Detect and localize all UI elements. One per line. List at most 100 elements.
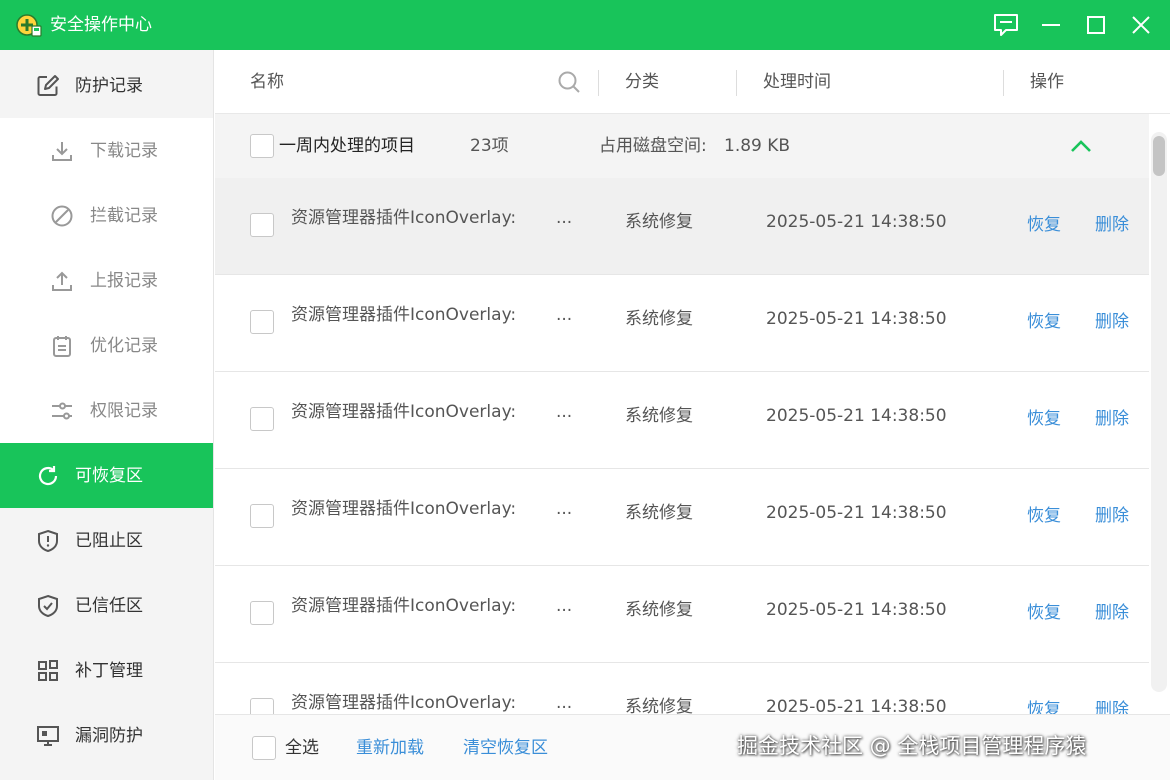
sidebar-item-patch-management[interactable]: 补丁管理	[0, 638, 213, 703]
row-time: 2025-05-21 14:38:50	[766, 503, 947, 523]
column-divider	[598, 70, 599, 96]
table-row[interactable]: 资源管理器插件IconOverlay: ... 系统修复 2025-05-21 …	[215, 663, 1149, 714]
row-name: 资源管理器插件IconOverlay:	[291, 596, 517, 616]
close-button[interactable]	[1125, 9, 1157, 41]
feedback-button[interactable]	[990, 9, 1022, 41]
sidebar-item-download-log[interactable]: 下载记录	[0, 118, 213, 183]
group-checkbox[interactable]	[250, 134, 274, 158]
watermark-text: 掘金技术社区 @ 全栈项目管理程序猿	[737, 734, 1087, 758]
search-icon[interactable]	[557, 70, 581, 94]
sidebar-item-label: 拦截记录	[90, 206, 158, 226]
reload-link[interactable]: 重新加载	[356, 737, 424, 759]
scrollbar-track[interactable]	[1151, 132, 1167, 692]
restore-link[interactable]: 恢复	[1027, 699, 1061, 714]
restore-link[interactable]: 恢复	[1027, 602, 1061, 624]
sidebar-item-protection-log[interactable]: 防护记录	[0, 53, 213, 118]
delete-link[interactable]: 删除	[1095, 214, 1129, 236]
restore-link[interactable]: 恢复	[1027, 214, 1061, 236]
group-size-value: 1.89 KB	[724, 136, 791, 156]
sidebar-item-block-log[interactable]: 拦截记录	[0, 183, 213, 248]
row-checkbox[interactable]	[250, 504, 274, 528]
row-category: 系统修复	[625, 600, 693, 620]
delete-link[interactable]: 删除	[1095, 505, 1129, 527]
delete-link[interactable]: 删除	[1095, 311, 1129, 333]
refresh-icon	[38, 466, 58, 486]
sidebar-item-label: 优化记录	[90, 336, 158, 356]
sidebar-item-trusted-zone[interactable]: 已信任区	[0, 573, 213, 638]
download-icon	[52, 142, 72, 161]
table-header: 名称 分类 处理时间 操作	[215, 50, 1170, 114]
select-all-checkbox[interactable]	[252, 736, 276, 760]
header-action: 操作	[1030, 72, 1064, 92]
sidebar-item-blocked-zone[interactable]: 已阻止区	[0, 508, 213, 573]
window-title: 安全操作中心	[50, 15, 152, 35]
restore-link[interactable]: 恢复	[1027, 505, 1061, 527]
row-checkbox[interactable]	[250, 698, 274, 714]
row-checkbox[interactable]	[250, 601, 274, 625]
row-name: 资源管理器插件IconOverlay:	[291, 208, 517, 228]
table-row[interactable]: 资源管理器插件IconOverlay: ... 系统修复 2025-05-21 …	[215, 178, 1149, 275]
sidebar-item-permission-log[interactable]: 权限记录	[0, 378, 213, 443]
maximize-button[interactable]	[1080, 9, 1112, 41]
app-logo-icon	[16, 14, 42, 37]
row-category: 系统修复	[625, 212, 693, 232]
close-icon	[1132, 16, 1150, 34]
row-category: 系统修复	[625, 406, 693, 426]
table-row[interactable]: 资源管理器插件IconOverlay: ... 系统修复 2025-05-21 …	[215, 469, 1149, 566]
restore-link[interactable]: 恢复	[1027, 408, 1061, 430]
row-category: 系统修复	[625, 503, 693, 523]
row-category: 系统修复	[625, 309, 693, 329]
restore-link[interactable]: 恢复	[1027, 311, 1061, 333]
table-row[interactable]: 资源管理器插件IconOverlay: ... 系统修复 2025-05-21 …	[215, 566, 1149, 663]
group-size-label: 占用磁盘空间:	[599, 136, 707, 156]
minimize-icon	[1042, 24, 1060, 26]
row-checkbox[interactable]	[250, 407, 274, 431]
group-count: 23项	[470, 136, 509, 156]
row-category: 系统修复	[625, 697, 693, 714]
sidebar-item-label: 下载记录	[90, 141, 158, 161]
row-time: 2025-05-21 14:38:50	[766, 309, 947, 329]
minimize-button[interactable]	[1035, 9, 1067, 41]
row-more: ...	[556, 693, 573, 713]
table-row[interactable]: 资源管理器插件IconOverlay: ... 系统修复 2025-05-21 …	[215, 275, 1149, 372]
sidebar-item-recovery-zone[interactable]: 可恢复区	[0, 443, 213, 508]
shield-alert-icon	[38, 529, 58, 553]
group-title: 一周内处理的项目	[279, 136, 415, 156]
edit-icon	[37, 75, 59, 96]
sidebar-item-report-log[interactable]: 上报记录	[0, 248, 213, 313]
sidebar-item-label: 上报记录	[90, 271, 158, 291]
sidebar-item-label: 补丁管理	[75, 661, 143, 681]
row-time: 2025-05-21 14:38:50	[766, 212, 947, 232]
clear-recovery-link[interactable]: 清空恢复区	[463, 737, 548, 759]
row-name: 资源管理器插件IconOverlay:	[291, 305, 517, 325]
sidebar-item-label: 已阻止区	[75, 531, 143, 551]
grid-icon	[38, 660, 58, 681]
column-divider	[736, 70, 737, 96]
row-time: 2025-05-21 14:38:50	[766, 697, 947, 714]
sidebar-item-vulnerability-protection[interactable]: 漏洞防护	[0, 703, 213, 768]
monitor-icon	[37, 726, 59, 746]
sidebar-item-label: 可恢复区	[75, 466, 143, 486]
title-bar: 安全操作中心	[0, 0, 1170, 50]
sidebar-item-optimize-log[interactable]: 优化记录	[0, 313, 213, 378]
feedback-icon	[994, 14, 1018, 36]
scrollbar-thumb[interactable]	[1153, 136, 1165, 176]
table-row[interactable]: 资源管理器插件IconOverlay: ... 系统修复 2025-05-21 …	[215, 372, 1149, 469]
record-list: 资源管理器插件IconOverlay: ... 系统修复 2025-05-21 …	[215, 178, 1149, 714]
row-name: 资源管理器插件IconOverlay:	[291, 499, 517, 519]
delete-link[interactable]: 删除	[1095, 408, 1129, 430]
row-time: 2025-05-21 14:38:50	[766, 406, 947, 426]
row-checkbox[interactable]	[250, 213, 274, 237]
row-checkbox[interactable]	[250, 310, 274, 334]
delete-link[interactable]: 删除	[1095, 699, 1129, 714]
header-time: 处理时间	[763, 72, 831, 92]
maximize-icon	[1087, 16, 1105, 34]
chevron-up-icon[interactable]	[1070, 138, 1092, 154]
sliders-icon	[52, 402, 72, 420]
delete-link[interactable]: 删除	[1095, 602, 1129, 624]
calendar-icon	[53, 336, 71, 357]
select-all-label[interactable]: 全选	[285, 737, 319, 759]
block-icon	[51, 205, 73, 227]
sidebar-item-label: 权限记录	[90, 401, 158, 421]
main-panel: 名称 分类 处理时间 操作 一周内处理的项目 23项 占用磁盘空间: 1.89 …	[215, 50, 1170, 780]
